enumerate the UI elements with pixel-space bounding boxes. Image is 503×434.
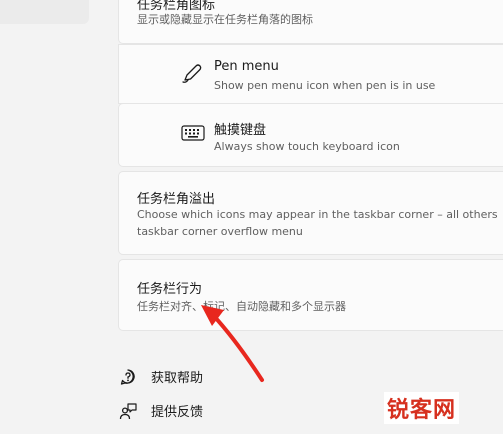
watermark-logo: 锐客网 — [384, 392, 460, 424]
annotation-arrow — [201, 305, 264, 382]
